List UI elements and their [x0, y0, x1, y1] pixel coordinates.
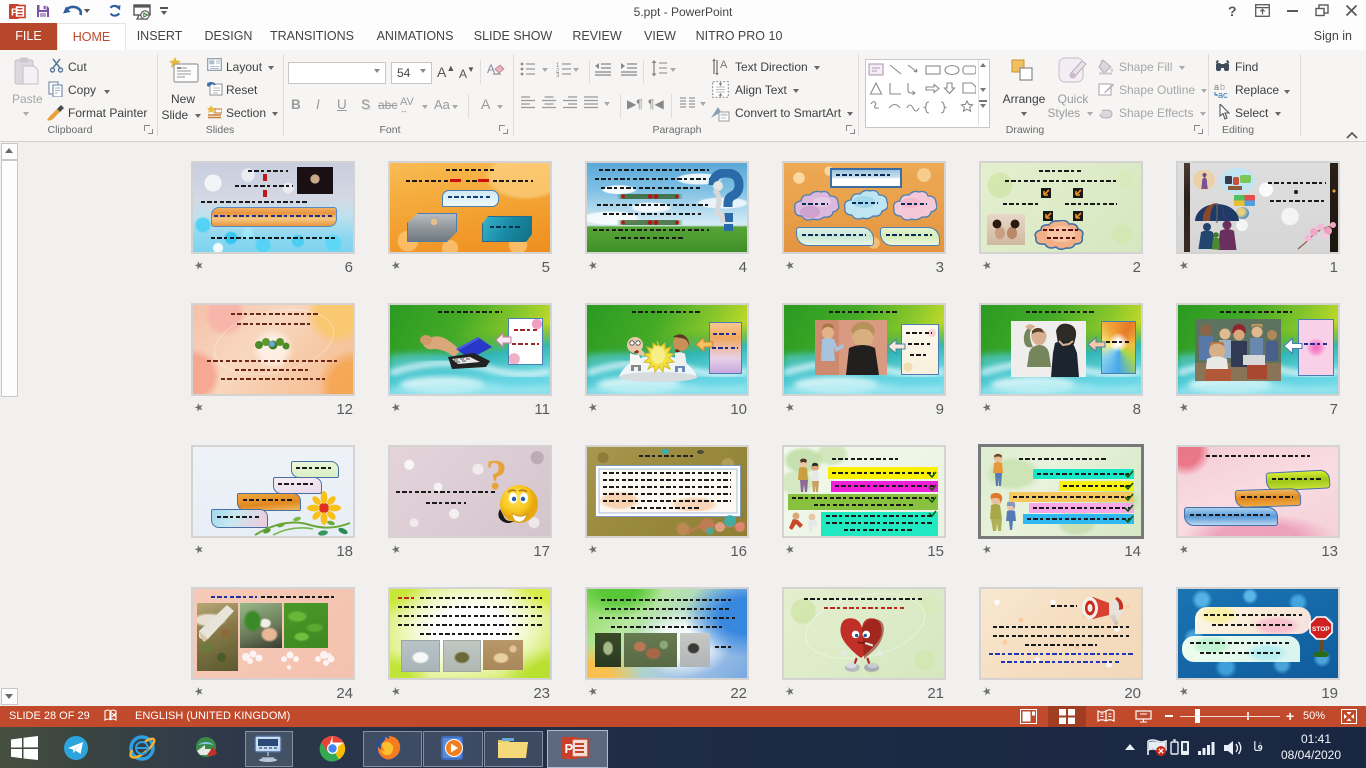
svg-text:?: ?	[486, 453, 507, 499]
svg-text:STOP: STOP	[1312, 626, 1330, 633]
svg-text:P: P	[565, 741, 574, 756]
svg-text:P: P	[11, 8, 18, 19]
svg-text:3: 3	[556, 73, 560, 77]
svg-text:ac: ac	[1218, 90, 1228, 99]
svg-text:A: A	[720, 59, 728, 71]
